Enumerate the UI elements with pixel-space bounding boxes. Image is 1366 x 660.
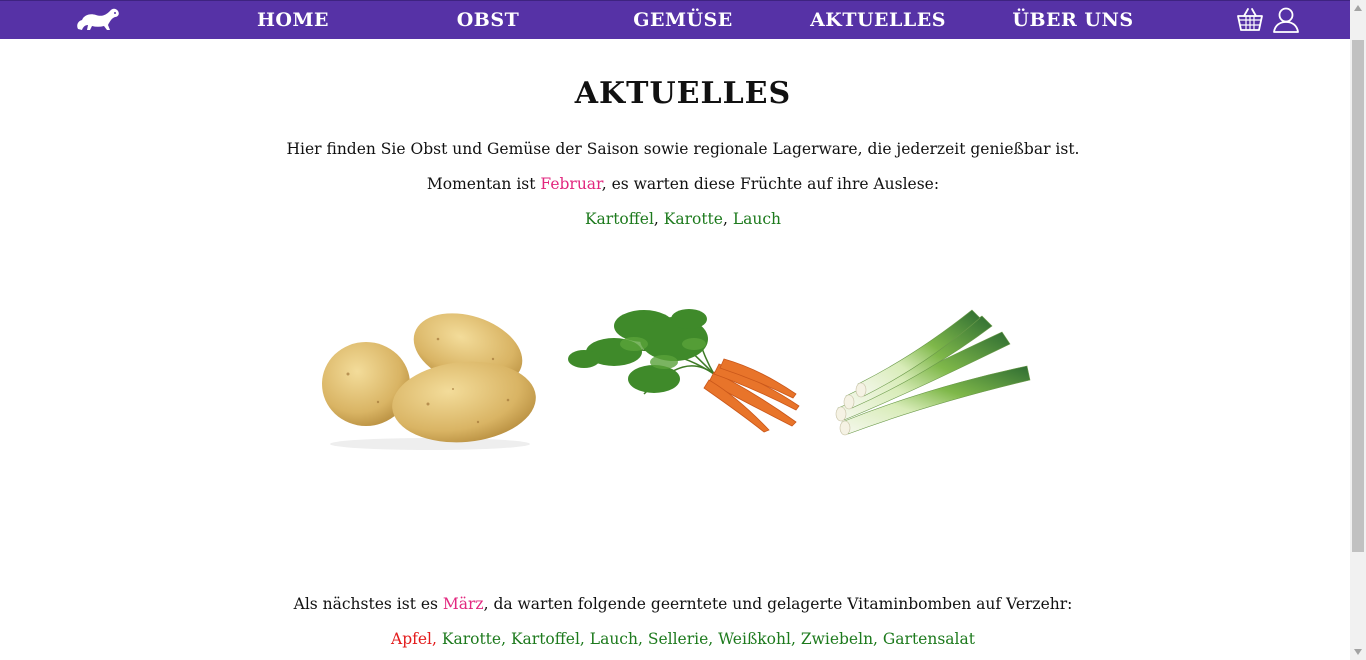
current-prefix: Momentan ist: [426, 175, 541, 193]
top-navigation-bar: HOME OBST GEMÜSE AKTUELLES ÜBER UNS: [0, 0, 1350, 39]
current-month-line: Momentan ist Februar, es warten diese Fr…: [0, 175, 1366, 193]
nav-obst[interactable]: OBST: [457, 9, 519, 31]
next-item-weisskohl: Weißkohl: [718, 630, 791, 648]
page-title: AKTUELLES: [574, 76, 792, 111]
intro-text: Hier finden Sie Obst und Gemüse der Sais…: [286, 140, 1080, 158]
scroll-up-arrow-icon[interactable]: [1353, 4, 1363, 12]
next-item-sellerie: Sellerie: [647, 630, 709, 648]
current-item-karotte: Karotte: [663, 210, 723, 228]
nav-aktuelles[interactable]: AKTUELLES: [810, 9, 946, 31]
nav-ueber-uns[interactable]: ÜBER UNS: [1012, 9, 1133, 31]
ferret-logo-icon[interactable]: [74, 5, 122, 33]
next-item-lauch: Lauch: [589, 630, 638, 648]
next-item-apfel: Apfel: [391, 630, 433, 648]
nav-home[interactable]: HOME: [257, 9, 329, 31]
current-item-kartoffel: Kartoffel: [584, 210, 654, 228]
next-item-gartensalat: Gartensalat: [882, 630, 975, 648]
next-month: März: [442, 595, 484, 613]
next-item-kartoffel: Kartoffel: [510, 630, 580, 648]
current-suffix: , es warten diese Früchte auf ihre Ausle…: [601, 175, 940, 193]
next-suffix: , da warten folgende geerntete und gelag…: [483, 595, 1073, 613]
current-items-list: Kartoffel, Karotte, Lauch: [584, 210, 782, 228]
potato-image: [322, 313, 536, 450]
carrot-image: [568, 309, 800, 433]
next-month-line: Als nächstes ist es März, da warten folg…: [0, 595, 1366, 613]
next-item-karotte: Karotte: [441, 630, 502, 648]
leek-image: [835, 309, 1031, 436]
scrollbar-thumb[interactable]: [1352, 40, 1364, 552]
current-month: Februar: [540, 175, 602, 193]
user-icon[interactable]: [1271, 5, 1301, 35]
scroll-down-arrow-icon[interactable]: [1353, 648, 1363, 656]
nav-gemuese[interactable]: GEMÜSE: [633, 9, 733, 31]
next-prefix: Als nächstes ist es: [293, 595, 443, 613]
main-content: AKTUELLES Hier finden Sie Obst und Gemüs…: [0, 38, 1350, 660]
basket-icon[interactable]: [1235, 5, 1265, 35]
current-item-lauch: Lauch: [732, 210, 782, 228]
next-item-zwiebeln: Zwiebeln: [800, 630, 874, 648]
next-items-list: Apfel, Karotte, Kartoffel, Lauch, Seller…: [391, 630, 975, 648]
